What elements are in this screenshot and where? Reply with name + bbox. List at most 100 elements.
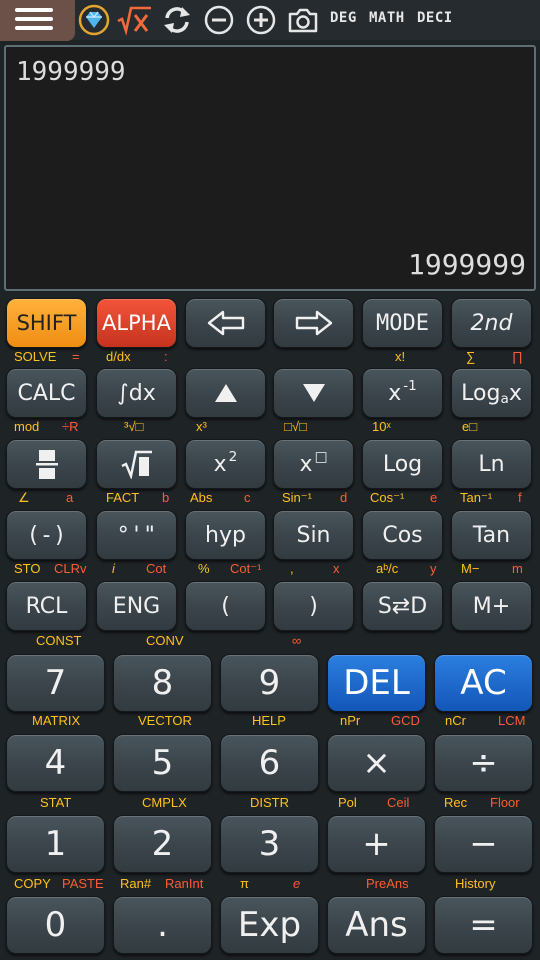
label-pol: Pol [338, 795, 357, 810]
left-paren-key[interactable]: ( [185, 581, 266, 631]
log-base-a-key[interactable]: Log a x [451, 368, 532, 418]
rcl-key[interactable]: RCL [6, 581, 87, 631]
digit-7-key[interactable]: 7 [6, 654, 105, 712]
fraction-icon [35, 449, 58, 479]
label-comma: , [290, 561, 294, 576]
cursor-right-key[interactable] [273, 298, 354, 348]
shift-key[interactable]: SHIFT [6, 298, 87, 348]
menu-button[interactable] [0, 0, 75, 41]
cursor-down-key[interactable] [273, 368, 354, 418]
right-paren-key[interactable]: ) [273, 581, 354, 631]
label-history: History [455, 876, 496, 891]
left-arrow-icon [206, 309, 246, 337]
label-factorial: x! [395, 349, 406, 364]
right-arrow-icon [294, 309, 334, 337]
m-plus-key[interactable]: M+ [451, 581, 532, 631]
label-distr: DISTR [250, 795, 289, 810]
digit-5-key[interactable]: 5 [113, 734, 212, 792]
label-imaginary: i [112, 561, 115, 576]
square-key[interactable]: x2 [185, 439, 266, 489]
refresh-icon[interactable] [160, 3, 194, 37]
cursor-left-key[interactable] [185, 298, 266, 348]
eng-key[interactable]: ENG [96, 581, 177, 631]
label-preans: PreAns [366, 876, 409, 891]
label-ceil: Ceil [387, 795, 410, 810]
decimal-point-key[interactable]: . [113, 896, 212, 954]
cursor-up-key[interactable] [185, 368, 266, 418]
zoom-in-icon[interactable] [244, 3, 278, 37]
sin-key[interactable]: Sin [273, 510, 354, 560]
digit-9-key[interactable]: 9 [220, 654, 319, 712]
label-infinity: ∞ [292, 633, 302, 648]
reciprocal-base: x [388, 380, 402, 406]
mode-key[interactable]: MODE [362, 298, 443, 348]
label-var-m: m [512, 561, 523, 576]
label-cmplx: CMPLX [142, 795, 187, 810]
label-colon: : [164, 349, 168, 364]
negative-key[interactable]: (-) [6, 510, 87, 560]
log-a-x: x [508, 380, 522, 406]
exp-key[interactable]: Exp [220, 896, 319, 954]
label-sin-inv: Sin⁻¹ [282, 490, 312, 505]
delete-key[interactable]: DEL [327, 654, 426, 712]
multiply-key[interactable]: × [327, 734, 426, 792]
degrees-minutes-seconds-key[interactable]: °'" [96, 510, 177, 560]
zoom-out-icon[interactable] [202, 3, 236, 37]
equals-key[interactable]: = [434, 896, 533, 954]
label-gcd: GCD [391, 713, 420, 728]
label-tan-inv: Tan⁻¹ [460, 490, 493, 505]
digit-3-key[interactable]: 3 [220, 815, 319, 873]
angle-mode-deg[interactable]: DEG [330, 10, 357, 26]
digit-8-key[interactable]: 8 [113, 654, 212, 712]
label-pi: π [240, 876, 249, 891]
s-to-d-key[interactable]: S⇄D [362, 581, 443, 631]
label-equals: = [72, 349, 80, 364]
divide-key[interactable]: ÷ [434, 734, 533, 792]
ln-key[interactable]: Ln [451, 439, 532, 489]
camera-icon[interactable] [286, 3, 320, 37]
label-help: HELP [252, 713, 286, 728]
fraction-key[interactable] [6, 439, 87, 489]
expression-text: 1999999 [16, 57, 126, 87]
plus-key[interactable]: + [327, 815, 426, 873]
label-copy: COPY [14, 876, 51, 891]
reciprocal-key[interactable]: x -1 [362, 368, 443, 418]
reciprocal-sup: -1 [403, 377, 417, 394]
label-npr: nPr [340, 713, 361, 728]
tan-key[interactable]: Tan [451, 510, 532, 560]
label-paste: PASTE [62, 876, 104, 891]
gem-icon[interactable] [77, 3, 111, 37]
power-key[interactable]: x □ [273, 439, 354, 489]
label-div-r: ÷R [62, 419, 79, 434]
label-ranint: RanInt [165, 876, 204, 891]
calc-key[interactable]: CALC [6, 368, 87, 418]
alpha-key[interactable]: ALPHA [96, 298, 177, 348]
digit-4-key[interactable]: 4 [6, 734, 105, 792]
digit-2-key[interactable]: 2 [113, 815, 212, 873]
digit-6-key[interactable]: 6 [220, 734, 319, 792]
second-function-key[interactable]: 2nd [451, 298, 532, 348]
integral-key[interactable]: ∫dx [96, 368, 177, 418]
input-mode-math[interactable]: MATH [369, 10, 405, 26]
sqrt-key[interactable] [96, 439, 177, 489]
label-clrv: CLRv [54, 561, 87, 576]
power-base: x [299, 451, 313, 477]
log-key[interactable]: Log [362, 439, 443, 489]
digit-1-key[interactable]: 1 [6, 815, 105, 873]
label-x-cubed: x³ [196, 419, 207, 434]
sqrt-box-icon [120, 449, 154, 479]
label-rec: Rec [444, 795, 468, 810]
cos-key[interactable]: Cos [362, 510, 443, 560]
output-mode-deci[interactable]: DECI [417, 10, 453, 26]
ans-key[interactable]: Ans [327, 896, 426, 954]
all-clear-key[interactable]: AC [434, 654, 533, 712]
label-var-e: e [430, 490, 438, 505]
minus-key[interactable]: − [434, 815, 533, 873]
label-vector: VECTOR [138, 713, 192, 728]
digit-0-key[interactable]: 0 [6, 896, 105, 954]
label-product: ∏ [512, 349, 523, 364]
display-screen[interactable]: 1999999 1999999 [4, 45, 536, 291]
square-sup: 2 [228, 448, 238, 465]
hyp-key[interactable]: hyp [185, 510, 266, 560]
sqrt-x-icon[interactable] [116, 3, 151, 37]
